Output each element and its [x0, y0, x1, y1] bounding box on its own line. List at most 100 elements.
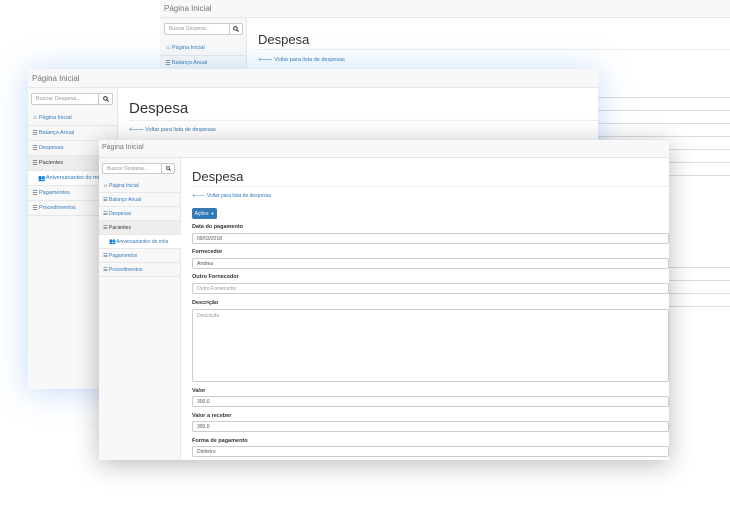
search-button[interactable] — [230, 23, 243, 35]
table-row-line — [598, 97, 730, 98]
other-supplier-field[interactable]: Outro Fornecedor — [192, 283, 669, 294]
table-row-line — [669, 280, 730, 281]
table-row-line — [598, 110, 730, 111]
list-icon: ☰ — [103, 210, 108, 217]
sidebar-item-label: Página Inicial — [109, 182, 139, 189]
supplier-label: Fornecedor — [192, 249, 223, 255]
arrow-left-icon: 🡐 — [129, 127, 144, 133]
page-title: Despesa — [129, 100, 189, 117]
sidebar-item-label: Aniversariantes do mês — [116, 238, 169, 245]
table-row-line — [669, 149, 730, 150]
back-link[interactable]: 🡐 Voltar para lista de despesas — [129, 127, 216, 133]
sidebar-item-home[interactable]: ⌂ Página Inicial — [28, 111, 118, 126]
front-window-main: Despesa 🡐 Voltar para lista de despesas … — [181, 158, 669, 460]
home-icon: ⌂ — [166, 45, 170, 51]
arrow-left-icon: 🡐 — [192, 193, 206, 199]
sidebar-item-label: Despesas — [109, 210, 132, 217]
table-row-line — [669, 162, 730, 163]
payment-method-value: Dinheiro — [197, 448, 216, 455]
sidebar-item-label: Procedimentos — [109, 266, 143, 273]
list-icon: ☰ — [32, 130, 38, 137]
description-placeholder: Descrição — [197, 313, 220, 319]
caret-down-icon: ▼ — [210, 211, 215, 216]
table-row-line — [669, 175, 730, 176]
actions-button[interactable]: Ações ▼ — [192, 208, 217, 219]
back-link[interactable]: 🡐 Voltar para lista de despesas — [258, 57, 345, 63]
search-input[interactable]: Buscar Despesa... — [31, 93, 99, 105]
value-field[interactable]: 300.0 — [192, 396, 669, 407]
sidebar-item-label: Balanço Anual — [39, 130, 75, 136]
users-icon: 👥 — [38, 175, 46, 182]
sidebar-item-balanco[interactable]: ☰ Balanço Anual — [28, 126, 118, 141]
sidebar-item-label: Pagamentos — [39, 190, 70, 196]
search-input[interactable]: Buscar Despesa... — [164, 23, 230, 35]
sidebar-item-label: Pacientes — [39, 160, 64, 166]
table-row-line — [598, 136, 730, 137]
payment-date-label: Data do pagamento — [192, 224, 244, 230]
search-icon — [102, 96, 109, 102]
payment-date-value: 09/03/2018 — [197, 235, 223, 242]
back-window-navbar: Página Inicial — [160, 0, 730, 18]
sidebar-item-label: Balanço Anual — [172, 60, 208, 66]
sidebar-item-aniversariantes[interactable]: 👥 Aniversariantes do mês — [99, 235, 181, 249]
payment-method-select[interactable]: Dinheiro — [192, 446, 669, 457]
sidebar-item-label: Pagamentos — [109, 252, 138, 259]
payment-date-field[interactable]: 09/03/2018 — [192, 233, 669, 244]
sidebar-search: Buscar Despesa... — [102, 163, 175, 174]
search-placeholder: Buscar Despesa... — [169, 26, 210, 32]
sidebar-search: Buscar Despesa... — [31, 93, 113, 105]
middle-window-navbar: Página Inicial — [28, 69, 598, 88]
search-input[interactable]: Buscar Despesa... — [102, 163, 162, 174]
arrow-left-icon: 🡐 — [258, 57, 273, 63]
sidebar-item-pagamentos[interactable]: ☰ Pagamentos — [99, 249, 181, 263]
sidebar-item-pacientes[interactable]: ☰ Pacientes — [99, 221, 181, 235]
page-title: Despesa — [258, 32, 310, 47]
navbar-brand[interactable]: Página Inicial — [102, 144, 144, 151]
description-label: Descrição — [192, 300, 219, 306]
list-icon: ☰ — [32, 145, 38, 152]
sidebar-item-label: Página Inicial — [172, 45, 205, 51]
page-title: Despesa — [192, 169, 244, 184]
front-window: Página Inicial Buscar Despesa... ⌂ Págin… — [99, 140, 669, 460]
value-label: Valor — [192, 388, 206, 394]
sidebar-item-label: Despesas — [39, 145, 64, 151]
back-link-label: Voltar para lista de despesas — [274, 57, 345, 63]
sidebar-item-home[interactable]: ⌂ Página Inicial — [99, 179, 181, 193]
search-icon — [233, 26, 239, 32]
sidebar-search: Buscar Despesa... — [164, 23, 243, 35]
receivable-label: Valor a receber — [192, 413, 232, 419]
search-placeholder: Buscar Despesa... — [36, 96, 81, 102]
navbar-brand[interactable]: Página Inicial — [32, 74, 80, 83]
list-icon: ☰ — [165, 60, 171, 67]
search-icon — [165, 166, 171, 171]
list-icon: ☰ — [103, 224, 108, 231]
actions-button-label: Ações — [194, 210, 209, 217]
navbar-brand[interactable]: Página Inicial — [164, 4, 212, 13]
sidebar-item-label: Procedimentos — [39, 205, 76, 211]
table-row-line — [598, 123, 730, 124]
list-icon: ☰ — [103, 196, 108, 203]
list-icon: ☰ — [32, 205, 38, 212]
list-icon: ☰ — [103, 266, 108, 273]
sidebar-item-label: Página Inicial — [39, 115, 72, 121]
search-button[interactable] — [162, 163, 175, 174]
receivable-field[interactable]: 300.0 — [192, 421, 669, 432]
list-icon: ☰ — [32, 160, 38, 167]
sidebar-item-home[interactable]: ⌂ Página Inicial — [160, 41, 247, 56]
other-supplier-label: Outro Fornecedor — [192, 274, 239, 280]
description-textarea[interactable]: Descrição — [192, 309, 669, 382]
front-window-sidebar: Buscar Despesa... ⌂ Página Inicial ☰ Bal… — [99, 158, 181, 460]
front-window-navbar: Página Inicial — [99, 140, 669, 158]
sidebar-item-despesas[interactable]: ☰ Despesas — [99, 207, 181, 221]
sidebar-item-procedimentos[interactable]: ☰ Procedimentos — [99, 263, 181, 277]
users-icon: 👥 — [109, 238, 116, 245]
search-placeholder: Buscar Despesa... — [107, 165, 148, 172]
home-icon: ⌂ — [33, 115, 37, 121]
sidebar-item-balanco[interactable]: ☰ Balanço Anual — [99, 193, 181, 207]
sidebar-item-label: Balanço Anual — [109, 196, 141, 203]
back-link-label: Voltar para lista de despesas — [145, 127, 216, 133]
supplier-select[interactable]: Andrea — [192, 258, 669, 269]
back-link[interactable]: 🡐 Voltar para lista de despesas — [192, 193, 271, 199]
search-button[interactable] — [99, 93, 113, 105]
list-icon: ☰ — [103, 252, 108, 259]
